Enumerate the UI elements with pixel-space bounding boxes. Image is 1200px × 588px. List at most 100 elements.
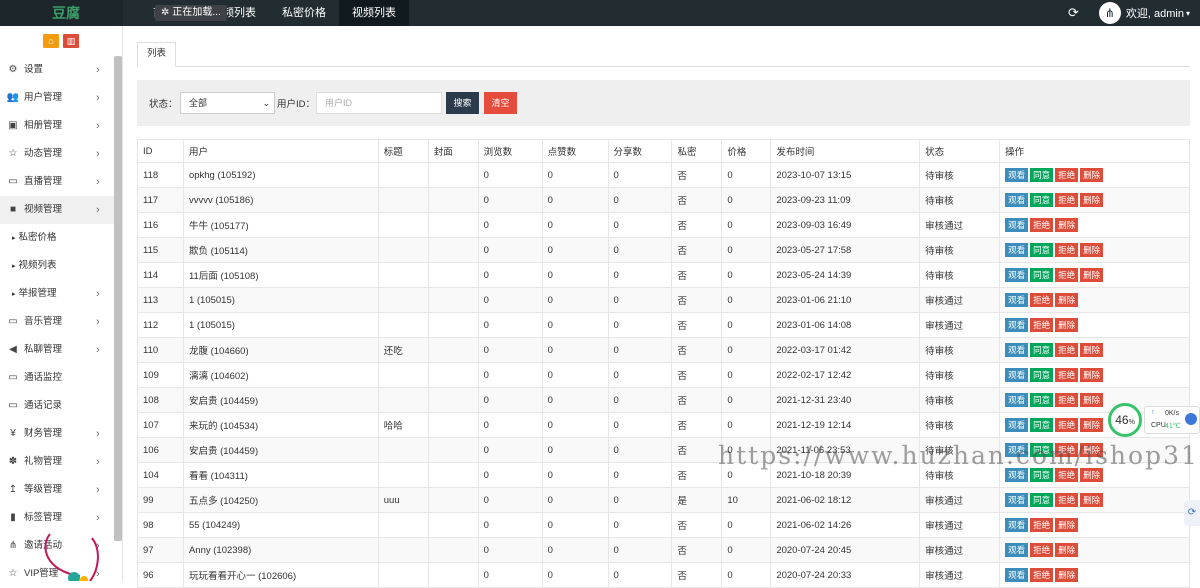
reject-button[interactable]: 拒绝	[1055, 493, 1079, 507]
delete-button[interactable]: 删除	[1055, 518, 1079, 532]
delete-button[interactable]: 删除	[1080, 193, 1104, 207]
view-button[interactable]: 观看	[1005, 493, 1029, 507]
welcome-user[interactable]: 欢迎, admin	[1126, 5, 1184, 21]
delete-button[interactable]: 删除	[1080, 168, 1104, 182]
reject-button[interactable]: 拒绝	[1055, 168, 1079, 182]
cpu-percent-gauge[interactable]: 46%	[1108, 403, 1142, 437]
view-button[interactable]: 观看	[1005, 193, 1029, 207]
top-nav-video-list[interactable]: 视频列表	[339, 0, 409, 26]
view-button[interactable]: 观看	[1005, 343, 1029, 357]
delete-button[interactable]: 删除	[1080, 493, 1104, 507]
delete-button[interactable]: 删除	[1080, 468, 1104, 482]
approve-button[interactable]: 同意	[1030, 418, 1054, 432]
delete-button[interactable]: 删除	[1055, 218, 1079, 232]
clear-button[interactable]: 清空	[484, 92, 517, 114]
reject-button[interactable]: 拒绝	[1030, 543, 1054, 557]
reject-button[interactable]: 拒绝	[1055, 268, 1079, 282]
sidebar-item[interactable]: ↥ 等级管理 ›	[0, 476, 122, 504]
chevron-down-icon[interactable]: ▾	[1186, 9, 1190, 18]
reject-button[interactable]: 拒绝	[1030, 293, 1054, 307]
sidebar-subitem[interactable]: ▸ 举报管理 ›	[0, 280, 122, 308]
view-button[interactable]: 观看	[1005, 468, 1029, 482]
cell-title	[377, 362, 429, 388]
sidebar-item[interactable]: ▭ 直播管理 ›	[0, 168, 122, 196]
sidebar-item[interactable]: ▭ 音乐管理 ›	[0, 308, 122, 336]
sidebar-subitem[interactable]: ▸ 私密价格	[0, 224, 122, 252]
sidebar-item[interactable]: ¥ 财务管理 ›	[0, 420, 122, 448]
approve-button[interactable]: 同意	[1030, 368, 1054, 382]
delete-button[interactable]: 删除	[1080, 443, 1104, 457]
view-button[interactable]: 观看	[1005, 243, 1029, 257]
approve-button[interactable]: 同意	[1030, 243, 1054, 257]
approve-button[interactable]: 同意	[1030, 168, 1054, 182]
approve-button[interactable]: 同意	[1030, 493, 1054, 507]
sidebar-item[interactable]: ☆ 动态管理 ›	[0, 140, 122, 168]
reject-button[interactable]: 拒绝	[1030, 568, 1054, 582]
view-button[interactable]: 观看	[1005, 318, 1029, 332]
view-button[interactable]: 观看	[1005, 268, 1029, 282]
reject-button[interactable]: 拒绝	[1055, 193, 1079, 207]
reject-button[interactable]: 拒绝	[1030, 218, 1054, 232]
delete-button[interactable]: 删除	[1080, 343, 1104, 357]
sidebar-subitem[interactable]: ▸ 视频列表	[0, 252, 122, 280]
view-button[interactable]: 观看	[1005, 418, 1029, 432]
approve-button[interactable]: 同意	[1030, 268, 1054, 282]
tab-list[interactable]: 列表	[137, 42, 176, 67]
cpu-monitor-widget[interactable]: 46% ↑ 0K/s CPU 41℃	[1108, 403, 1200, 437]
sidebar-item[interactable]: ✽ 礼物管理 ›	[0, 448, 122, 476]
delete-button[interactable]: 删除	[1055, 318, 1079, 332]
side-tool-icon[interactable]: ⟳	[1184, 500, 1200, 526]
view-button[interactable]: 观看	[1005, 568, 1029, 582]
delete-button[interactable]: 删除	[1055, 568, 1079, 582]
trash-icon[interactable]: ▥	[63, 34, 79, 48]
sidebar-item[interactable]: ▭ 通话监控	[0, 364, 122, 392]
delete-button[interactable]: 删除	[1080, 243, 1104, 257]
sidebar-item[interactable]: ▣ 相册管理 ›	[0, 112, 122, 140]
top-nav-private-price[interactable]: 私密价格	[269, 0, 339, 26]
view-button[interactable]: 观看	[1005, 293, 1029, 307]
delete-button[interactable]: 删除	[1055, 293, 1079, 307]
approve-button[interactable]: 同意	[1030, 343, 1054, 357]
app-logo[interactable]: 豆腐	[0, 0, 123, 26]
reject-button[interactable]: 拒绝	[1055, 243, 1079, 257]
share-icon[interactable]: ⋔	[1098, 2, 1121, 24]
cell-likes: 0	[541, 237, 609, 263]
cell-time: 2023-10-07 13:15	[770, 162, 921, 188]
sidebar-item[interactable]: ⚙ 设置 ›	[0, 56, 122, 84]
view-button[interactable]: 观看	[1005, 543, 1029, 557]
delete-button[interactable]: 删除	[1080, 268, 1104, 282]
home-icon[interactable]: ⌂	[43, 34, 59, 48]
view-button[interactable]: 观看	[1005, 368, 1029, 382]
approve-button[interactable]: 同意	[1030, 443, 1054, 457]
reject-button[interactable]: 拒绝	[1030, 318, 1054, 332]
reject-button[interactable]: 拒绝	[1055, 418, 1079, 432]
sidebar-item[interactable]: ■ 视频管理 ›	[0, 196, 122, 224]
delete-button[interactable]: 删除	[1055, 543, 1079, 557]
view-button[interactable]: 观看	[1005, 443, 1029, 457]
sidebar-item[interactable]: 👥 用户管理 ›	[0, 84, 122, 112]
approve-button[interactable]: 同意	[1030, 468, 1054, 482]
boost-icon[interactable]	[1185, 413, 1197, 425]
uid-input[interactable]: 用户ID	[316, 92, 442, 114]
reject-button[interactable]: 拒绝	[1055, 443, 1079, 457]
approve-button[interactable]: 同意	[1030, 193, 1054, 207]
reject-button[interactable]: 拒绝	[1055, 343, 1079, 357]
view-button[interactable]: 观看	[1005, 168, 1029, 182]
reject-button[interactable]: 拒绝	[1055, 393, 1079, 407]
view-button[interactable]: 观看	[1005, 518, 1029, 532]
refresh-icon[interactable]: ⟳	[1068, 5, 1079, 21]
sidebar-item[interactable]: ◀ 私聊管理 ›	[0, 336, 122, 364]
reject-button[interactable]: 拒绝	[1055, 468, 1079, 482]
approve-button[interactable]: 同意	[1030, 393, 1054, 407]
sidebar-scrollbar[interactable]	[114, 56, 122, 541]
reject-button[interactable]: 拒绝	[1055, 368, 1079, 382]
view-button[interactable]: 观看	[1005, 393, 1029, 407]
delete-button[interactable]: 删除	[1080, 393, 1104, 407]
sidebar-item[interactable]: ▭ 通话记录	[0, 392, 122, 420]
delete-button[interactable]: 删除	[1080, 418, 1104, 432]
view-button[interactable]: 观看	[1005, 218, 1029, 232]
reject-button[interactable]: 拒绝	[1030, 518, 1054, 532]
search-button[interactable]: 搜索	[446, 92, 479, 114]
delete-button[interactable]: 删除	[1080, 368, 1104, 382]
status-select[interactable]: 全部 ⌄	[180, 92, 275, 114]
